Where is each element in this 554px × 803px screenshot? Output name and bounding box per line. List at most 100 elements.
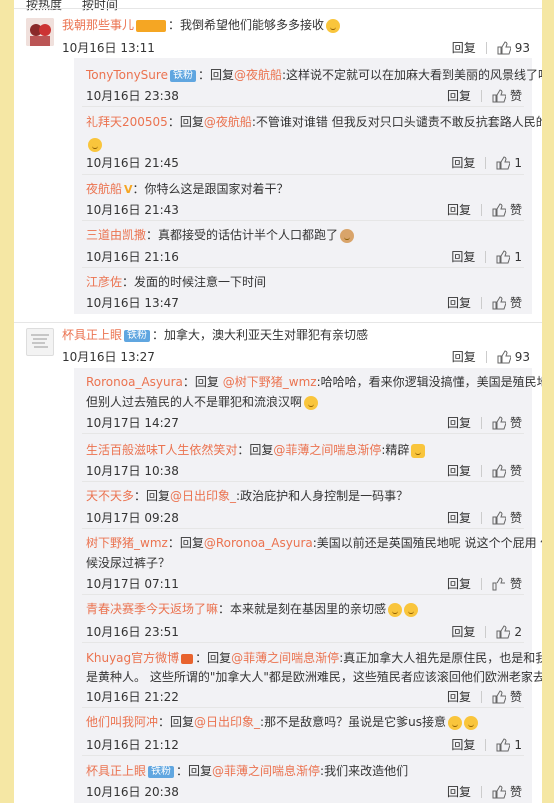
divider: [480, 690, 482, 703]
dog-emoji-icon: [340, 228, 355, 243]
reply-button[interactable]: 回复: [451, 736, 475, 753]
reply-username[interactable]: Khuyag官方微博: [86, 651, 179, 665]
thumbs-up-icon[interactable]: [492, 576, 506, 591]
thumbs-up-icon[interactable]: [497, 349, 511, 364]
reply-username[interactable]: 礼拜天200505: [86, 115, 168, 129]
mention-link[interactable]: @树下野猪_wmz: [223, 375, 317, 389]
avatar[interactable]: [26, 18, 54, 46]
reply-text: :那不是敌意吗？虽说是它爹us接意: [260, 715, 446, 729]
reply-actions: 回复 赞: [447, 462, 522, 479]
divider: [82, 220, 524, 221]
reply-button[interactable]: 回复: [447, 783, 471, 800]
reply-button[interactable]: 回复: [451, 154, 475, 171]
reply-button[interactable]: 回复: [451, 623, 475, 640]
reply-username[interactable]: 天不天多: [86, 489, 134, 503]
reply-username[interactable]: 江彦佐: [86, 275, 122, 289]
reply-text-row: Khuyag官方微博 ：回复@菲薄之间喘息渐停:真正加拿大人祖先是原住民，也是和我…: [86, 649, 542, 667]
reply-text-row: 青春决赛季今天返场了嘛：本来就是刻在基因里的亲切感: [86, 600, 419, 618]
thumbs-up-icon[interactable]: [492, 415, 506, 430]
reply-box: TonyTonySure 铁粉 ：回复@夜航船:这样说不定就可以在加麻大看到美丽的风…: [74, 58, 542, 314]
reply-actions: 回复 2: [451, 623, 522, 640]
divider: [14, 322, 542, 323]
reply-button[interactable]: 回复: [447, 462, 471, 479]
reply-prefix: ：回复: [195, 651, 232, 665]
reply-prefix: ：回复: [237, 443, 274, 457]
divider: [82, 267, 524, 268]
like-count: 2: [514, 624, 522, 639]
mention-link[interactable]: @菲薄之间喘息渐停: [273, 443, 381, 457]
surprised-emoji-icon: [404, 602, 419, 617]
username[interactable]: 杯具正上眼: [62, 328, 122, 342]
reply-text-cont: 但别人过去殖民的人不是罪犯和流浪汉啊: [86, 395, 303, 409]
thumbs-up-icon[interactable]: [492, 88, 506, 103]
reply-username[interactable]: 三道由凯撒: [86, 228, 146, 242]
reply-actions: 回复 赞: [447, 783, 522, 800]
reply-button[interactable]: 回复: [447, 87, 471, 104]
reply-actions: 回复 赞: [447, 294, 522, 311]
divider: [82, 174, 524, 175]
reply-username[interactable]: Roronoa_Asyura: [86, 375, 183, 389]
thumbs-up-icon[interactable]: [492, 784, 506, 799]
reply-username[interactable]: TonyTonySure: [86, 68, 168, 82]
reply-button[interactable]: 回复: [447, 414, 471, 431]
thumbs-up-icon[interactable]: [496, 155, 511, 170]
thumbs-up-icon[interactable]: [496, 624, 511, 639]
username[interactable]: 我朝那些事儿: [62, 18, 134, 32]
reply-button[interactable]: 回复: [447, 575, 471, 592]
mention-link[interactable]: @菲薄之间喘息渐停: [231, 651, 339, 665]
thumbs-up-icon[interactable]: [492, 510, 506, 525]
reply-button[interactable]: 回复: [451, 248, 475, 265]
smile-emoji-icon: [304, 395, 319, 410]
reply-actions: 回复 赞: [447, 509, 522, 526]
divider: [480, 464, 482, 477]
reply-button[interactable]: 回复: [452, 39, 476, 56]
thumbs-up-icon[interactable]: [492, 202, 506, 217]
reply-username[interactable]: 树下野猪_wmz: [86, 536, 168, 550]
avatar-icon: [26, 18, 54, 46]
reply-button[interactable]: 回复: [452, 348, 476, 365]
thumbs-up-icon[interactable]: [497, 40, 511, 55]
mention-link[interactable]: @日出印象_: [194, 715, 260, 729]
mention-link[interactable]: @夜航船: [204, 115, 252, 129]
reply-text-row: TonyTonySure 铁粉 ：回复@夜航船:这样说不定就可以在加麻大看到美丽的风…: [86, 66, 542, 84]
tab-time[interactable]: 按时间: [82, 0, 118, 12]
comment-text-row: 杯具正上眼 铁粉 ：加拿大，澳大利亚天生对罪犯有亲切感: [62, 326, 368, 344]
thumbs-up-icon[interactable]: [492, 295, 506, 310]
reply-timestamp: 10月17日 07:11: [86, 577, 179, 591]
reply-timestamp: 10月16日 21:22: [86, 690, 179, 704]
reply-button[interactable]: 回复: [447, 688, 471, 705]
crown-icon: [181, 653, 194, 664]
divider: [485, 250, 487, 263]
thumbs-up-icon[interactable]: [496, 737, 511, 752]
reply-actions: 回复 赞: [447, 414, 522, 431]
reply-username[interactable]: 夜航船: [86, 182, 122, 196]
like-count: 赞: [509, 296, 522, 310]
reply-text-row: 树下野猪_wmz：回复@Roronoa_Asyura:美国以前还是英国殖民地呢 …: [86, 534, 542, 552]
divider: [82, 528, 524, 529]
comment-text-row: 我朝那些事儿 ：我倒希望他们能够多多接收: [62, 16, 341, 34]
reply-button[interactable]: 回复: [447, 509, 471, 526]
reply-text: :精辟: [381, 443, 410, 457]
reply-timestamp: 10月17日 10:38: [86, 464, 179, 478]
reply-timestamp: 10月16日 13:47: [86, 296, 179, 310]
mention-link[interactable]: @日出印象_: [170, 489, 236, 503]
reply-username[interactable]: 生活百般滋味T人生依然笑对: [86, 443, 237, 457]
mention-link[interactable]: @夜航船: [234, 68, 282, 82]
mention-link[interactable]: @Roronoa_Asyura: [204, 536, 313, 550]
reply-username[interactable]: 青春决赛季今天返场了嘛: [86, 602, 218, 616]
reply-text-row: 夜航船 V：你特么这是跟国家对着干？: [86, 180, 289, 199]
reply-text: :我们来改造他们: [320, 764, 409, 778]
thumbs-up-icon[interactable]: [492, 463, 506, 478]
reply-text-row: 生活百般滋味T人生依然笑对：回复@菲薄之间喘息渐停:精辟: [86, 441, 426, 459]
thumbs-up-icon[interactable]: [492, 689, 506, 704]
reply-button[interactable]: 回复: [447, 201, 471, 218]
thumbs-up-icon[interactable]: [496, 249, 511, 264]
reply-username[interactable]: 他们叫我阿冲: [86, 715, 158, 729]
mention-link[interactable]: @菲薄之间喘息渐停: [212, 764, 320, 778]
tab-hot[interactable]: 按热度: [26, 0, 62, 12]
reply-text-cont: 是黄种人。 这些所谓的"加拿大人"都是欧洲难民，这些殖民者应该滚回他们欧洲老家去…: [86, 670, 542, 684]
reply-username[interactable]: 杯具正上眼: [86, 764, 146, 778]
avatar[interactable]: [26, 328, 54, 356]
reply-timestamp: 10月16日 21:16: [86, 250, 179, 264]
reply-button[interactable]: 回复: [447, 294, 471, 311]
